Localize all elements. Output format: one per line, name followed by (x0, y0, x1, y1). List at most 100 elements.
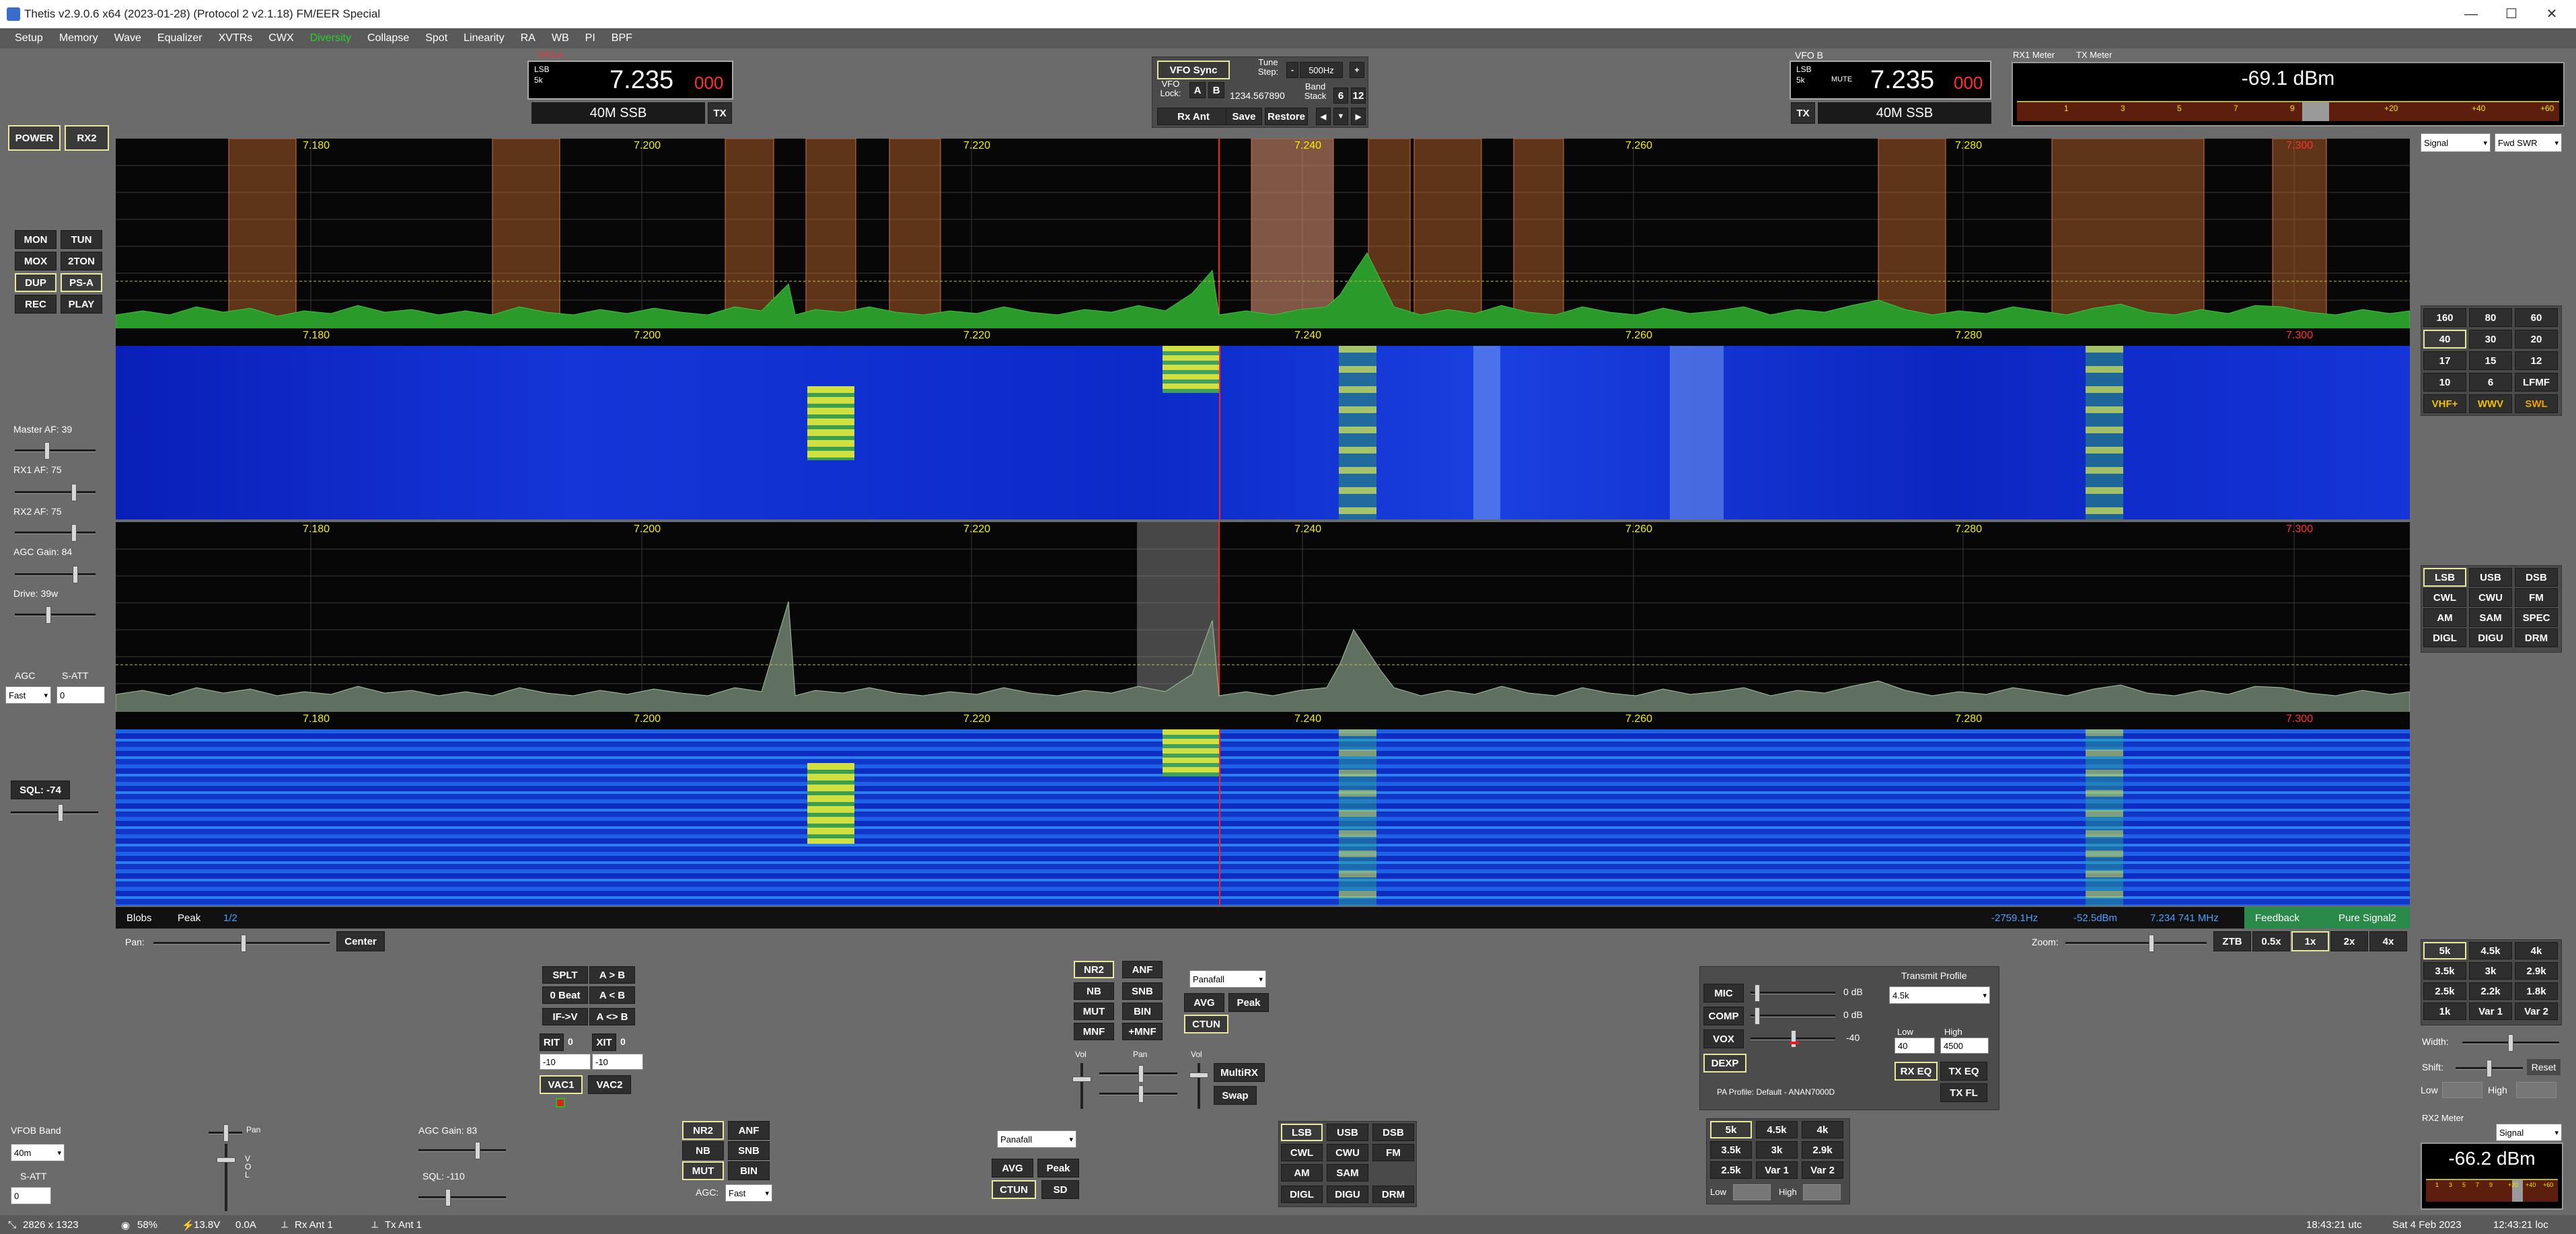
menu-memory[interactable]: Memory (51, 28, 106, 48)
mode-digl[interactable]: DIGL (2423, 628, 2466, 647)
power-button[interactable]: POWER (8, 125, 61, 151)
mode-fm[interactable]: FM (2515, 588, 2558, 607)
low-spinner[interactable] (2442, 1082, 2482, 1098)
menu-linearity[interactable]: Linearity (455, 28, 512, 48)
rx2-nb-button[interactable]: NB (682, 1141, 724, 1160)
band-60[interactable]: 60 (2515, 308, 2558, 327)
stack-left-icon[interactable]: ◀ (1316, 108, 1331, 125)
save-button[interactable]: Save (1226, 108, 1262, 125)
vfob-band-select[interactable]: 40m (11, 1144, 65, 1161)
bin-button[interactable]: BIN (1122, 1003, 1163, 1020)
mon-button[interactable]: MON (15, 230, 57, 249)
tx-fl-button[interactable]: TX FL (1940, 1083, 1987, 1102)
filter-3.5k[interactable]: 3.5k (2423, 962, 2466, 980)
vox-button[interactable]: VOX (1703, 1029, 1744, 1048)
rx1-panadapter[interactable]: 7.180 7.200 7.220 7.240 7.260 7.280 7.30… (116, 139, 2410, 328)
rit-spinner[interactable]: -10 (540, 1054, 591, 1070)
vfoa-freq-small[interactable]: 000 (694, 73, 723, 94)
band-17[interactable]: 17 (2423, 351, 2466, 370)
rx2-mut-button[interactable]: MUT (682, 1161, 724, 1180)
xit-button[interactable]: XIT (592, 1033, 616, 1051)
rx2-filter-3k[interactable]: 3k (1756, 1141, 1798, 1159)
rx2-panadapter[interactable]: 7.180 7.200 7.220 7.240 7.260 7.280 7.30… (116, 522, 2410, 712)
rx2-mode-usb[interactable]: USB (1327, 1124, 1368, 1141)
mox-button[interactable]: MOX (15, 252, 57, 270)
band-swl[interactable]: SWL (2515, 394, 2558, 413)
tx-low-spinner[interactable]: 40 (1894, 1038, 1935, 1054)
rx2-mode-dsb[interactable]: DSB (1372, 1124, 1414, 1141)
ctun-button[interactable]: CTUN (1184, 1015, 1228, 1033)
rx2-agc-gain-slider[interactable] (418, 1142, 506, 1159)
shift-slider[interactable] (2456, 1060, 2523, 1077)
b-to-a-button[interactable]: A < B (589, 986, 635, 1004)
rit-button[interactable]: RIT (540, 1033, 564, 1051)
transmit-profile-select[interactable]: 4.5k (1889, 986, 1990, 1004)
mnf-button[interactable]: MNF (1074, 1023, 1114, 1040)
if-v-button[interactable]: IF->V (542, 1008, 588, 1025)
mode-usb[interactable]: USB (2469, 568, 2512, 587)
tune-step-plus[interactable]: + (1350, 62, 1364, 78)
vol-slider[interactable] (1072, 1063, 1091, 1109)
master-af-slider[interactable] (15, 442, 96, 460)
menu-bpf[interactable]: BPF (603, 28, 640, 48)
rx2-filter-4.5k[interactable]: 4.5k (1756, 1121, 1798, 1138)
rx2-mode-digl[interactable]: DIGL (1281, 1186, 1323, 1203)
menu-pi[interactable]: PI (577, 28, 603, 48)
rx2-avg-button[interactable]: AVG (992, 1159, 1033, 1177)
sql-slider[interactable] (11, 804, 98, 822)
blobs-label[interactable]: Blobs (126, 912, 152, 924)
rx1-meter-mode-select[interactable]: Signal (2421, 133, 2491, 152)
dexp-button[interactable]: DEXP (1703, 1054, 1746, 1073)
avg-button[interactable]: AVG (1184, 993, 1224, 1012)
tune-step-minus[interactable]: - (1286, 62, 1298, 78)
display-mode-select[interactable]: Panafall (1189, 970, 1266, 988)
rx2-peak-button[interactable]: Peak (1037, 1159, 1079, 1177)
2ton-button[interactable]: 2TON (61, 252, 102, 270)
tx-high-spinner[interactable]: 4500 (1940, 1038, 1989, 1054)
plus-mnf-button[interactable]: +MNF (1122, 1023, 1163, 1040)
vfob-mute[interactable]: MUTE (1831, 75, 1852, 83)
restore-button[interactable]: Restore (1265, 108, 1308, 125)
band-80[interactable]: 80 (2469, 308, 2512, 327)
splt-button[interactable]: SPLT (542, 966, 588, 984)
menu-spot[interactable]: Spot (417, 28, 455, 48)
filter-5k[interactable]: 5k (2423, 942, 2466, 959)
band-6[interactable]: 6 (2469, 373, 2512, 392)
rx2-sql-slider[interactable] (418, 1189, 506, 1206)
peak-label[interactable]: Peak (178, 912, 200, 924)
menu-equalizer[interactable]: Equalizer (149, 28, 211, 48)
band-20[interactable]: 20 (2515, 330, 2558, 349)
rx2-snb-button[interactable]: SNB (728, 1141, 770, 1160)
rx2-low-spinner[interactable] (1733, 1184, 1771, 1200)
comp-button[interactable]: COMP (1703, 1007, 1744, 1025)
high-spinner[interactable] (2516, 1082, 2556, 1098)
zoom-slider[interactable] (2065, 935, 2207, 952)
rx2-display-mode-select[interactable]: Panafall (997, 1130, 1076, 1148)
menu-cwx[interactable]: CWX (260, 28, 301, 48)
rx2-pan-slider[interactable] (209, 1124, 242, 1142)
band-stack-6[interactable]: 6 (1333, 87, 1348, 104)
rx2-mode-digu[interactable]: DIGU (1327, 1186, 1368, 1203)
vfob-freq-small[interactable]: 000 (1954, 73, 1983, 94)
agc-select[interactable]: Fast (5, 686, 51, 704)
vfoa-tx-button[interactable]: TX (708, 102, 732, 124)
vac1-button[interactable]: VAC1 (540, 1075, 583, 1094)
peak-button[interactable]: Peak (1228, 993, 1269, 1012)
a-to-b-button[interactable]: A > B (589, 966, 635, 984)
status-resize-icon[interactable]: ⤡ (8, 1219, 16, 1231)
pan-slider[interactable] (153, 935, 330, 952)
drive-slider[interactable] (15, 606, 96, 624)
rx2-ctun-button[interactable]: CTUN (992, 1180, 1036, 1199)
rx2-mode-am[interactable]: AM (1281, 1164, 1323, 1182)
rec-button[interactable]: REC (15, 295, 57, 314)
zoom-2x-button[interactable]: 2x (2330, 931, 2368, 951)
zero-beat-button[interactable]: 0 Beat (542, 986, 588, 1004)
band-12[interactable]: 12 (2515, 351, 2558, 370)
band-40[interactable]: 40 (2423, 330, 2466, 349)
rx2-bin-button[interactable]: BIN (728, 1161, 770, 1180)
rx1-af-slider[interactable] (15, 484, 96, 501)
rx2-mode-sam[interactable]: SAM (1327, 1164, 1368, 1182)
rx2-waterfall[interactable] (116, 729, 2410, 906)
rx2-filter-2.9k[interactable]: 2.9k (1802, 1141, 1843, 1159)
mode-cwl[interactable]: CWL (2423, 588, 2466, 607)
